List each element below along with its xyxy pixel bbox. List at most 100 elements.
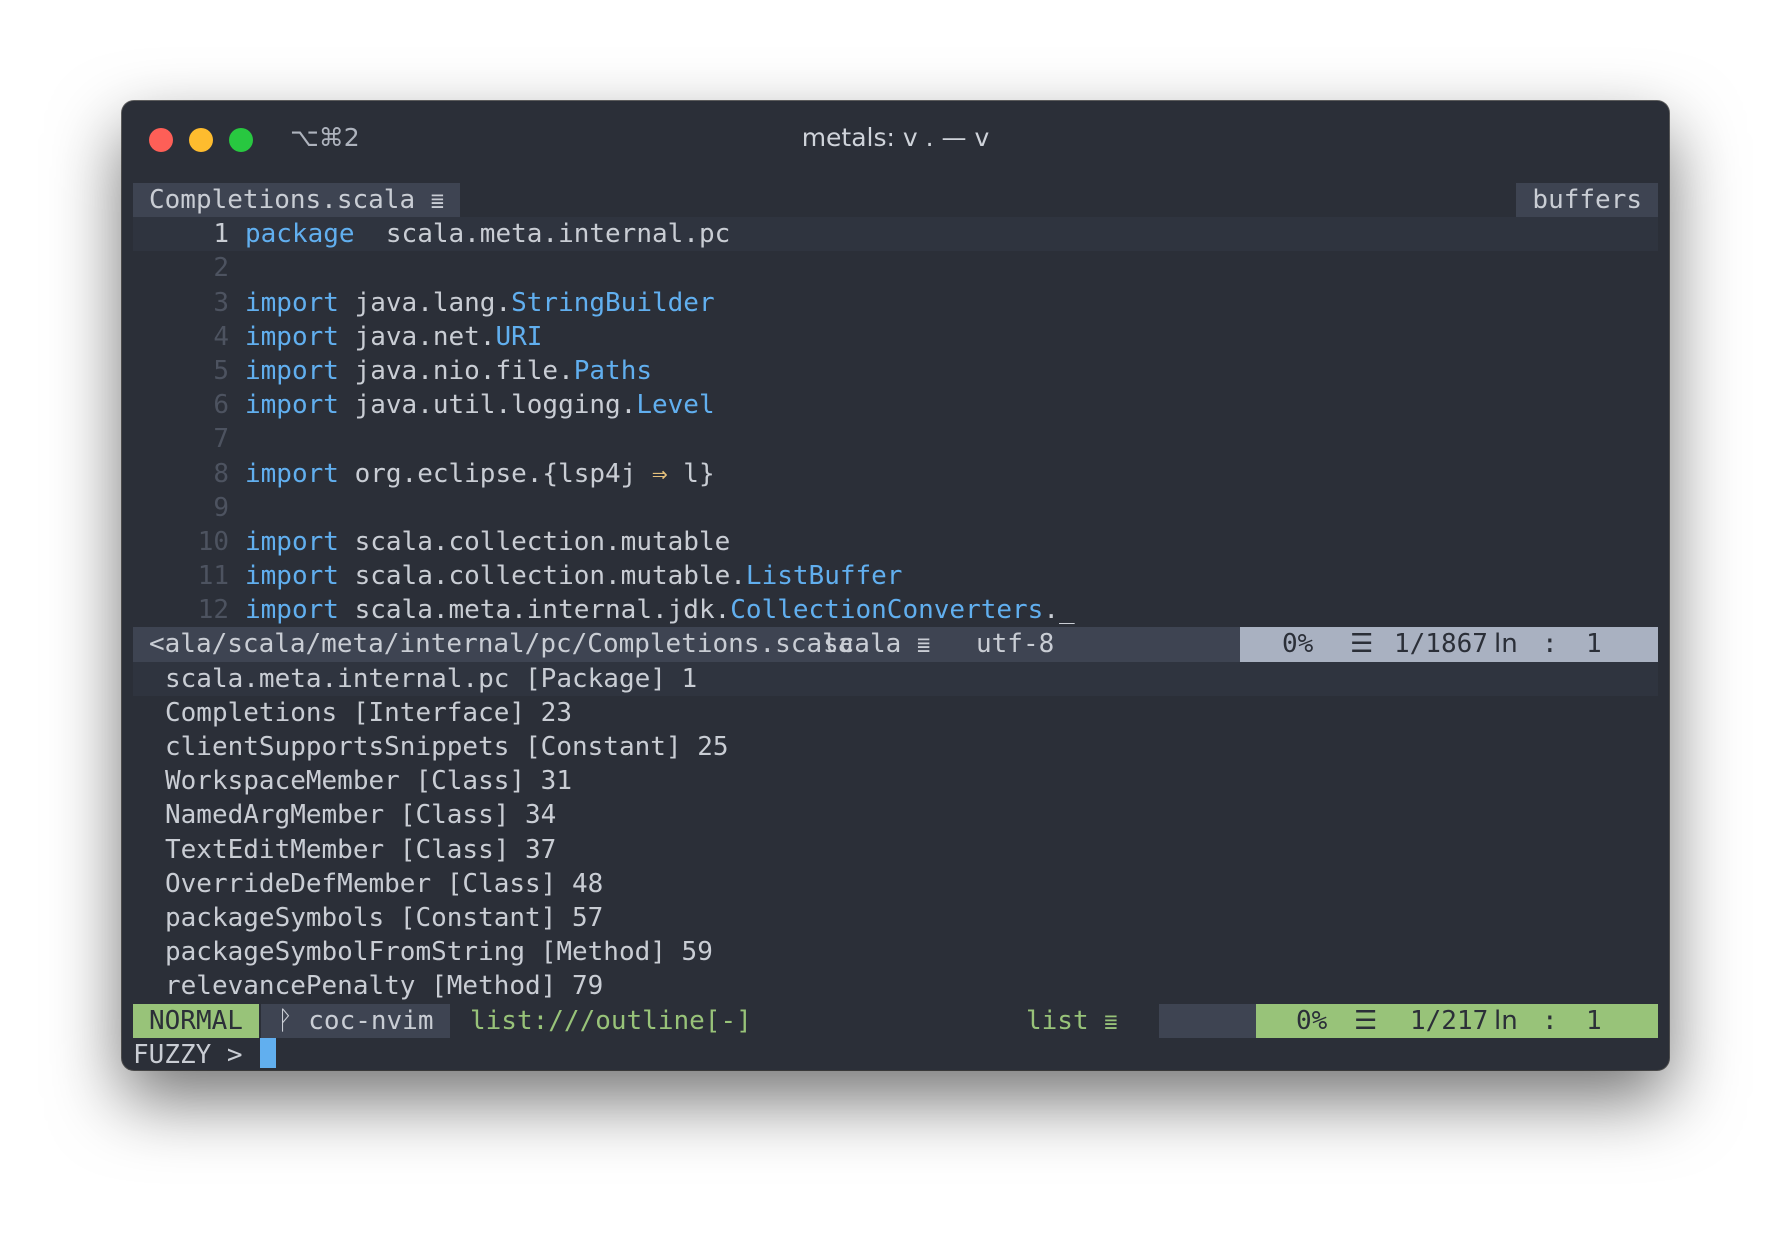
type-token: Paths [573, 355, 653, 386]
list-item[interactable]: relevancePenalty [Method] 79 [133, 969, 1658, 1003]
code-text: import scala.collection.mutable.ListBuff… [229, 561, 902, 591]
terminal-window: ⌥⌘2 metals: v . — v Completions.scala ≣ … [122, 101, 1669, 1070]
prompt-label: FUZZY > [133, 1039, 243, 1070]
filetype-icon: ≣ [1104, 1009, 1118, 1035]
column-number: 1 [1586, 629, 1602, 660]
keyword-token: import [245, 458, 339, 489]
list-item[interactable]: scala.meta.internal.pc [Package] 1 [133, 661, 1658, 696]
scroll-percent: 0% [1282, 629, 1314, 660]
file-path: <ala/scala/meta/internal/pc/Completions.… [149, 629, 854, 660]
list-position-segment: 0% ☰ 1/217 ln : 1 [1256, 1003, 1658, 1038]
ln-label: ln [1494, 1005, 1518, 1036]
keyword-token: import [245, 561, 339, 592]
column-number: 1 [1586, 1005, 1602, 1036]
line-number: 9 [213, 492, 229, 523]
code-line[interactable]: 12 import scala.meta.internal.jdk.Collect… [133, 593, 1658, 627]
keyword-token: import [245, 321, 339, 352]
text-cursor [260, 1037, 277, 1068]
code-token: java.lang. [338, 287, 512, 318]
type-token: URI [495, 321, 543, 352]
list-item[interactable]: TextEditMember [Class] 37 [133, 833, 1658, 867]
list-item[interactable]: clientSupportsSnippets [Constant] 25 [133, 730, 1658, 764]
keyword-token: import [245, 526, 339, 557]
list-item[interactable]: packageSymbols [Constant] 57 [133, 901, 1658, 935]
keyword-token: package [245, 219, 355, 250]
filetype-icon: ≣ [916, 633, 931, 659]
code-text: import java.net.URI [229, 322, 542, 352]
list-item[interactable]: Completions [Interface] 23 [133, 696, 1658, 730]
editor-buffer[interactable]: 1 package scala.meta.internal.pc 2 3 import … [133, 217, 1658, 627]
code-line[interactable]: 6 import java.util.logging.Level [133, 388, 1658, 422]
filetype-icon: ≣ [430, 189, 445, 214]
list-line-position: 1/217 [1410, 1005, 1489, 1036]
list-item[interactable]: WorkspaceMember [Class] 31 [133, 764, 1658, 798]
git-branch: ᚹ coc-nvim [261, 1003, 450, 1038]
code-line[interactable]: 1 package scala.meta.internal.pc [133, 217, 1658, 252]
line-position: 1/1867 [1394, 629, 1488, 660]
ln-label: ln [1494, 629, 1518, 660]
code-line[interactable]: 8 import org.eclipse.{lsp4j ⇒ l} [133, 457, 1658, 491]
keyword-token: import [245, 390, 339, 421]
position-segment: 0% ☰ 1/1867 ln : 1 [1240, 627, 1658, 662]
code-text: import scala.collection.mutable [229, 527, 730, 557]
list-item[interactable]: OverrideDefMember [Class] 48 [133, 867, 1658, 901]
type-token: Level [636, 390, 715, 421]
code-line[interactable]: 11 import scala.collection.mutable.ListBu… [133, 559, 1658, 593]
line-number: 3 [213, 287, 229, 318]
tab-completions-scala[interactable]: Completions.scala ≣ [133, 183, 461, 218]
code-token: l} [667, 458, 715, 489]
code-line[interactable]: 3 import java.lang.StringBuilder [133, 286, 1658, 320]
line-number: 10 [197, 526, 229, 557]
list-scroll-percent: 0% [1296, 1005, 1328, 1036]
line-number: 2 [213, 253, 229, 284]
branch-icon: ᚹ [277, 1005, 293, 1036]
code-line[interactable]: 10 import scala.collection.mutable [133, 525, 1658, 559]
type-token: CollectionConverters [730, 595, 1044, 626]
code-token: scala.collection.mutable. [338, 561, 746, 592]
code-line[interactable]: 7 [133, 422, 1658, 456]
type-token: StringBuilder [511, 287, 715, 318]
terminal-content[interactable]: Completions.scala ≣ buffers 1 package sca… [133, 183, 1658, 1070]
col-sep: : [1542, 1005, 1558, 1036]
code-token: scala.meta.internal.pc [354, 219, 731, 250]
line-number: 1 [213, 219, 229, 250]
fuzzy-prompt[interactable]: FUZZY > [133, 1037, 1658, 1070]
keyword-token: import [245, 355, 339, 386]
menu-icon: ☰ [1354, 1005, 1378, 1036]
list-item[interactable]: NamedArgMember [Class] 34 [133, 798, 1658, 832]
title-bar[interactable]: ⌥⌘2 metals: v . — v [122, 101, 1669, 171]
code-token: scala.meta.internal.jdk. [338, 595, 731, 626]
line-number: 8 [213, 458, 229, 489]
code-text: import java.nio.file.Paths [229, 356, 652, 386]
menu-icon: ☰ [1350, 629, 1374, 660]
list-item[interactable]: packageSymbolFromString [Method] 59 [133, 935, 1658, 969]
tabline: Completions.scala ≣ buffers [133, 183, 1658, 218]
code-token: scala.collection.mutable [338, 526, 731, 557]
code-token: org.eclipse.{lsp4j [338, 458, 652, 489]
code-line[interactable]: 4 import java.net.URI [133, 320, 1658, 354]
outline-list[interactable]: scala.meta.internal.pc [Package] 1 Comple… [133, 661, 1658, 1004]
buffers-label[interactable]: buffers [1516, 183, 1658, 218]
list-status-line: NORMAL ᚹ coc-nvim list:///outline[-] lis… [133, 1003, 1658, 1038]
code-text: import java.util.logging.Level [229, 390, 715, 420]
mode-indicator: NORMAL [133, 1003, 259, 1038]
encoding-label: utf-8 [976, 629, 1055, 660]
type-token: ListBuffer [745, 561, 903, 592]
operator-token: ⇒ [652, 458, 668, 489]
code-line[interactable]: 9 [133, 491, 1658, 525]
line-number: 11 [197, 561, 229, 592]
code-token: java.net. [338, 321, 496, 352]
code-text: import org.eclipse.{lsp4j ⇒ l} [229, 459, 715, 489]
keyword-token: import [245, 595, 339, 626]
code-text: import java.lang.StringBuilder [229, 288, 715, 318]
code-line[interactable]: 2 [133, 251, 1658, 285]
status-line: <ala/scala/meta/internal/pc/Completions.… [133, 627, 1658, 662]
code-line[interactable]: 5 import java.nio.file.Paths [133, 354, 1658, 388]
list-name: list:///outline[-] [470, 1005, 752, 1036]
apple-icon [1159, 1003, 1256, 1038]
col-sep: : [1542, 629, 1558, 660]
keyword-token: import [245, 287, 339, 318]
